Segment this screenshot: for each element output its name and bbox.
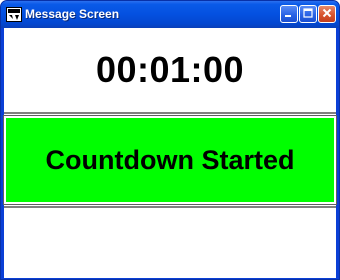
countdown-time: 00:01:00 (95, 49, 245, 90)
message-screen-window: Message Screen 00:01:00 Countdown Starte… (0, 0, 340, 280)
time-panel: 00:01:00 (4, 28, 336, 114)
empty-panel (4, 206, 336, 278)
maximize-button[interactable] (299, 5, 317, 23)
close-icon (322, 5, 332, 23)
maximize-icon (303, 5, 313, 23)
window-title: Message Screen (25, 7, 120, 21)
status-panel: Countdown Started (3, 115, 337, 205)
minimize-button[interactable] (280, 5, 298, 23)
client-area: 00:01:00 Countdown Started (3, 28, 337, 278)
minimize-icon (284, 5, 294, 23)
status-message: Countdown Started (45, 144, 295, 175)
close-button[interactable] (318, 5, 336, 23)
app-icon[interactable] (6, 7, 22, 22)
title-bar[interactable]: Message Screen (1, 1, 339, 28)
